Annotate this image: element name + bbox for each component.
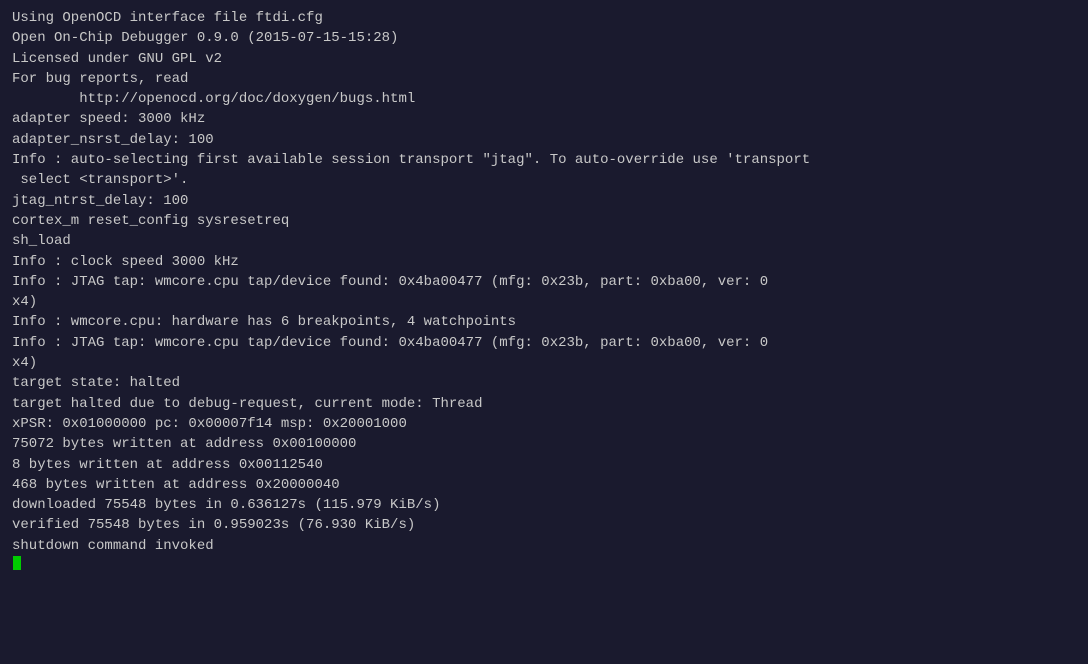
terminal-cursor <box>13 556 21 570</box>
terminal-line: x4) <box>12 353 1076 373</box>
terminal-line: verified 75548 bytes in 0.959023s (76.93… <box>12 515 1076 535</box>
terminal-line: Info : wmcore.cpu: hardware has 6 breakp… <box>12 312 1076 332</box>
terminal-line: x4) <box>12 292 1076 312</box>
terminal-line: sh_load <box>12 231 1076 251</box>
terminal-line: http://openocd.org/doc/doxygen/bugs.html <box>12 89 1076 109</box>
terminal-line: Info : JTAG tap: wmcore.cpu tap/device f… <box>12 272 1076 292</box>
terminal-line: Info : clock speed 3000 kHz <box>12 252 1076 272</box>
terminal-line: For bug reports, read <box>12 69 1076 89</box>
terminal-line: adapter speed: 3000 kHz <box>12 109 1076 129</box>
terminal-line: adapter_nsrst_delay: 100 <box>12 130 1076 150</box>
terminal-output: Using OpenOCD interface file ftdi.cfgOpe… <box>12 8 1076 556</box>
terminal-line: shutdown command invoked <box>12 536 1076 556</box>
terminal-line: target halted due to debug-request, curr… <box>12 394 1076 414</box>
terminal-window[interactable]: Using OpenOCD interface file ftdi.cfgOpe… <box>0 0 1088 664</box>
terminal-line: downloaded 75548 bytes in 0.636127s (115… <box>12 495 1076 515</box>
terminal-line: cortex_m reset_config sysresetreq <box>12 211 1076 231</box>
terminal-line: target state: halted <box>12 373 1076 393</box>
terminal-line: Info : JTAG tap: wmcore.cpu tap/device f… <box>12 333 1076 353</box>
terminal-line: jtag_ntrst_delay: 100 <box>12 191 1076 211</box>
terminal-line: xPSR: 0x01000000 pc: 0x00007f14 msp: 0x2… <box>12 414 1076 434</box>
terminal-line: Using OpenOCD interface file ftdi.cfg <box>12 8 1076 28</box>
terminal-line: select <transport>'. <box>12 170 1076 190</box>
terminal-line: Info : auto-selecting first available se… <box>12 150 1076 170</box>
terminal-line: 8 bytes written at address 0x00112540 <box>12 455 1076 475</box>
terminal-line: Licensed under GNU GPL v2 <box>12 49 1076 69</box>
terminal-cursor-line <box>12 556 1076 570</box>
terminal-line: 75072 bytes written at address 0x0010000… <box>12 434 1076 454</box>
terminal-line: 468 bytes written at address 0x20000040 <box>12 475 1076 495</box>
terminal-line: Open On-Chip Debugger 0.9.0 (2015-07-15-… <box>12 28 1076 48</box>
